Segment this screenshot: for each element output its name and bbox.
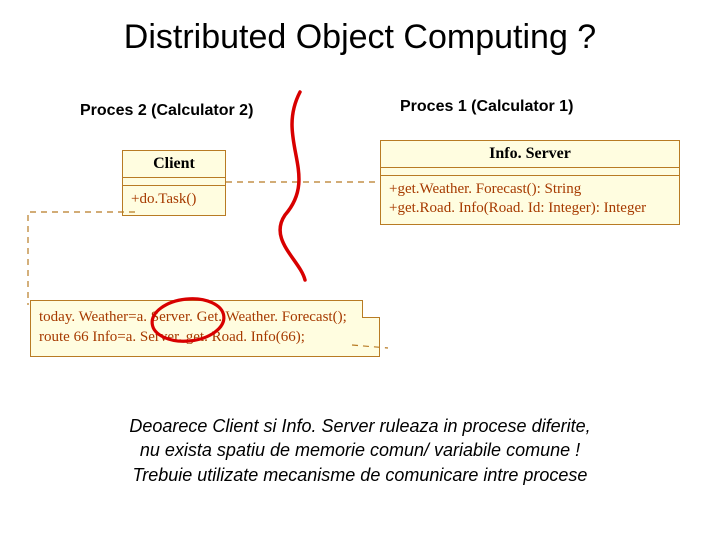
footer-text: Deoarece Client si Info. Server ruleaza … (0, 414, 720, 487)
uml-server-name: Info. Server (381, 141, 679, 168)
page-title: Distributed Object Computing ? (0, 18, 720, 57)
uml-note: today. Weather=a. Server. Get. Weather. … (30, 300, 380, 357)
process2-label: Proces 2 (Calculator 2) (80, 102, 253, 120)
uml-server: Info. Server +get.Weather. Forecast(): S… (380, 140, 680, 225)
note-fold-icon (362, 300, 380, 318)
uml-client-attrs (123, 178, 225, 186)
dashed-connector-client-note (28, 212, 135, 305)
footer-line3: Trebuie utilizate mecanisme de comunicar… (0, 463, 720, 487)
uml-server-attrs (381, 168, 679, 176)
process1-label: Proces 1 (Calculator 1) (400, 98, 573, 116)
uml-server-ops: +get.Weather. Forecast(): String +get.Ro… (381, 176, 679, 224)
note-line1: today. Weather=a. Server. Get. Weather. … (39, 307, 353, 327)
uml-client-op1: +do.Task() (131, 190, 217, 209)
uml-client-ops: +do.Task() (123, 186, 225, 215)
footer-line2: nu exista spatiu de memorie comun/ varia… (0, 438, 720, 462)
red-boundary-stroke (280, 92, 305, 280)
uml-client: Client +do.Task() (122, 150, 226, 216)
uml-server-op2: +get.Road. Info(Road. Id: Integer): Inte… (389, 199, 671, 218)
uml-client-name: Client (123, 151, 225, 178)
footer-line1: Deoarece Client si Info. Server ruleaza … (0, 414, 720, 438)
note-line2: route 66 Info=a. Server. get. Road. Info… (39, 327, 353, 347)
uml-server-op1: +get.Weather. Forecast(): String (389, 180, 671, 199)
